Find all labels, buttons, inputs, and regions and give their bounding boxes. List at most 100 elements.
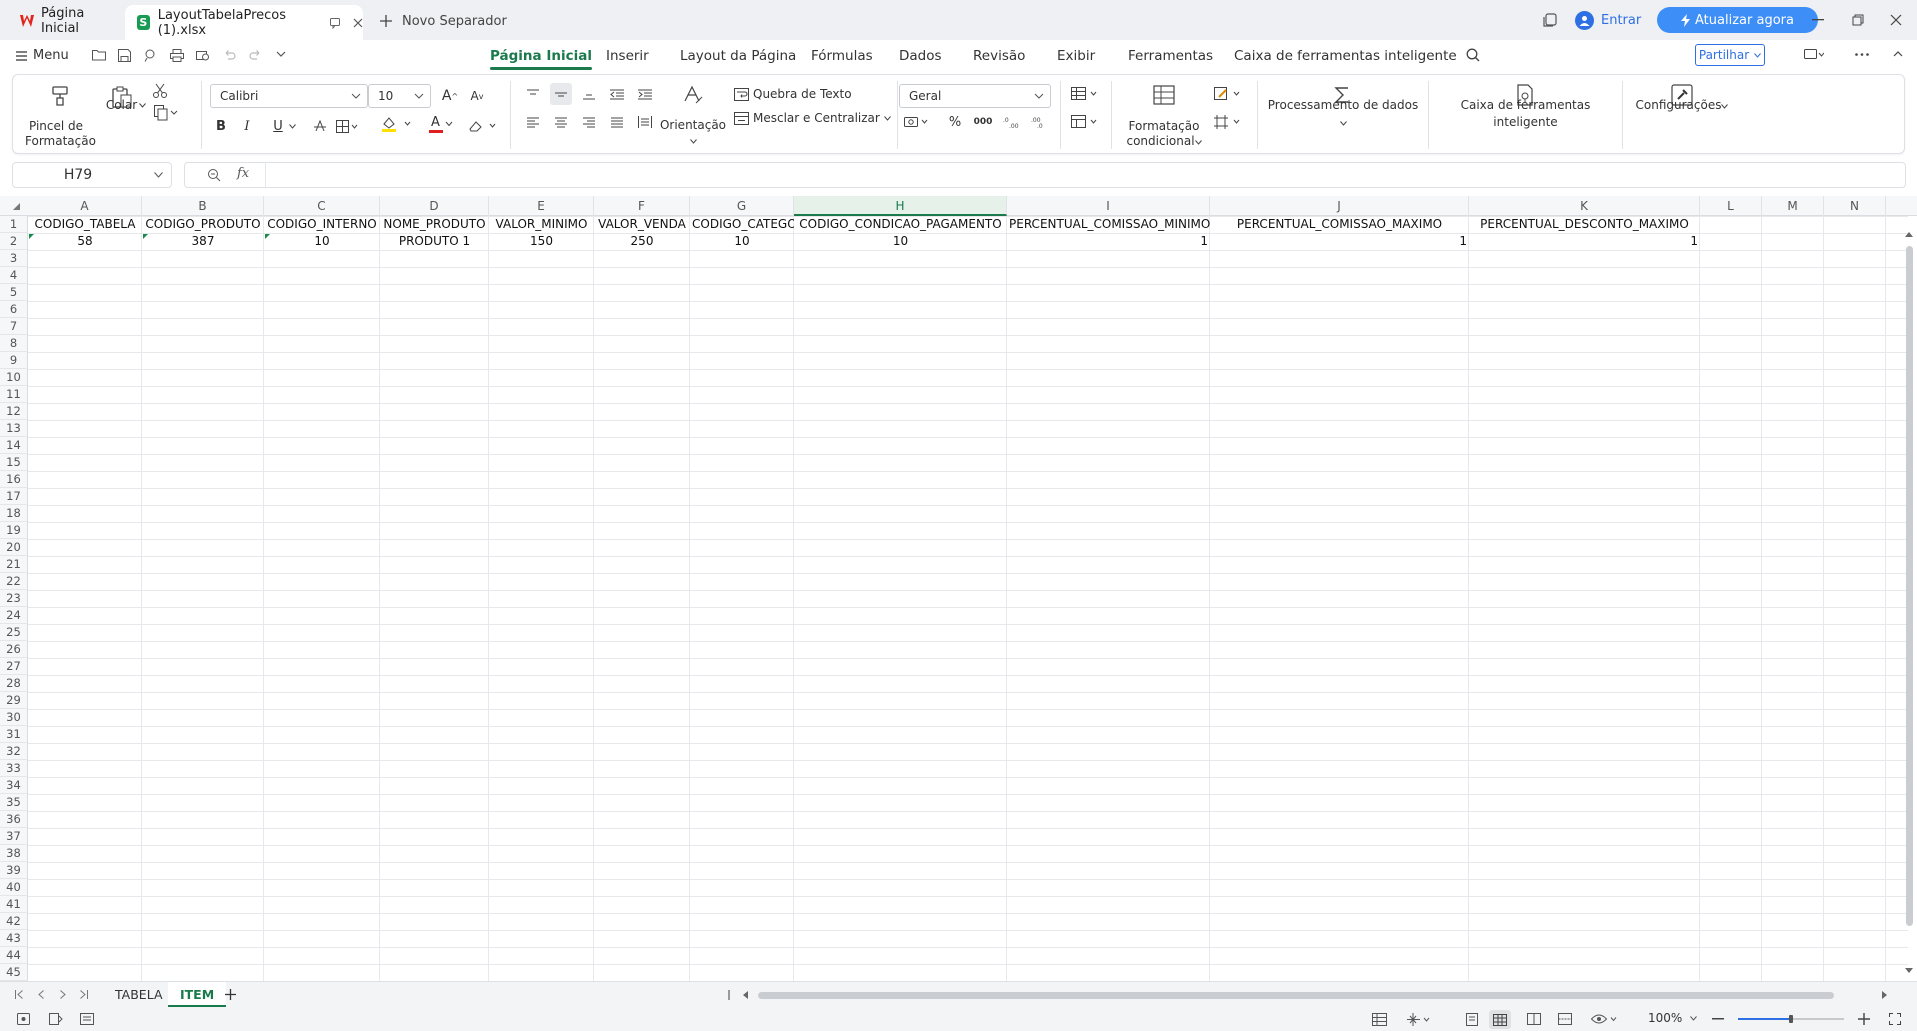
cell-style-icon[interactable] (1070, 111, 1102, 133)
macro-record-icon[interactable] (17, 1013, 30, 1025)
upgrade-button[interactable]: Atualizar agora (1657, 7, 1818, 33)
row-header-44[interactable]: 44 (0, 947, 28, 964)
scroll-up-arrow-icon[interactable] (1905, 232, 1913, 237)
strikethrough-icon[interactable] (309, 115, 331, 137)
print-icon[interactable] (170, 49, 184, 62)
reading-mode-icon[interactable] (1466, 1013, 1478, 1026)
font-name-select[interactable]: Calibri (210, 84, 368, 108)
align-left-icon[interactable] (522, 111, 544, 133)
row-header-3[interactable]: 3 (0, 250, 28, 267)
row-header-31[interactable]: 31 (0, 726, 28, 743)
row-header-41[interactable]: 41 (0, 896, 28, 913)
row-header-39[interactable]: 39 (0, 862, 28, 879)
row-header-16[interactable]: 16 (0, 471, 28, 488)
decrease-indent-icon[interactable] (606, 83, 628, 105)
tab-exibir[interactable]: Exibir (1057, 48, 1095, 64)
thousands-separator-button[interactable]: 000 (972, 111, 994, 133)
merge-center-button[interactable]: Mesclar e Centralizar (734, 109, 891, 127)
number-format-select[interactable]: Geral (899, 84, 1051, 108)
cell-j1[interactable]: PERCENTUAL_COMISSAO_MAXIMO (1210, 216, 1469, 233)
row-header-1[interactable]: 1 (0, 216, 28, 233)
format-painter-icon[interactable] (49, 85, 71, 107)
row-header-25[interactable]: 25 (0, 624, 28, 641)
cell-c2[interactable]: 10 (264, 233, 380, 250)
row-header-22[interactable]: 22 (0, 573, 28, 590)
cell-k2[interactable]: 1 (1469, 233, 1700, 250)
new-tab-button[interactable]: Novo Separador (372, 6, 507, 36)
row-header-37[interactable]: 37 (0, 828, 28, 845)
tab-splitter[interactable] (728, 990, 730, 1000)
pin-tab-icon[interactable] (329, 17, 341, 29)
eye-protection-icon[interactable] (1591, 1013, 1619, 1025)
grow-font-button[interactable]: A ^ (439, 85, 461, 107)
last-sheet-icon[interactable] (80, 990, 88, 999)
row-header-11[interactable]: 11 (0, 386, 28, 403)
zoom-slider-thumb[interactable] (1789, 1015, 1793, 1023)
cell-i2[interactable]: 1 (1007, 233, 1210, 250)
clear-format-icon[interactable] (468, 115, 502, 137)
share-button[interactable]: Partilhar (1695, 44, 1765, 66)
tab-formulas[interactable]: Fórmulas (811, 48, 873, 64)
close-tab-icon[interactable] (353, 18, 363, 28)
row-header-8[interactable]: 8 (0, 335, 28, 352)
zoom-slider[interactable] (1738, 1015, 1844, 1023)
paste-button[interactable]: Colar (101, 97, 151, 114)
tab-dados[interactable]: Dados (899, 48, 942, 64)
column-header-a[interactable]: A (28, 196, 142, 216)
row-header-36[interactable]: 36 (0, 811, 28, 828)
fullscreen-icon[interactable] (1889, 1013, 1901, 1025)
freeze-panes-icon[interactable] (1213, 111, 1245, 133)
tab-pagina-inicial[interactable]: Página Inicial (490, 48, 592, 70)
conditional-format-button[interactable]: Formatação condicional (1123, 119, 1205, 149)
row-header-13[interactable]: 13 (0, 420, 28, 437)
row-header-29[interactable]: 29 (0, 692, 28, 709)
row-header-5[interactable]: 5 (0, 284, 28, 301)
first-sheet-icon[interactable] (15, 990, 23, 999)
align-middle-icon[interactable] (550, 83, 572, 105)
cell-k1[interactable]: PERCENTUAL_DESCONTO_MAXIMO (1469, 216, 1700, 233)
row-header-28[interactable]: 28 (0, 675, 28, 692)
tab-home[interactable]: Página Inicial (12, 6, 122, 36)
sheet-stats-icon[interactable] (1372, 1013, 1387, 1026)
chevron-down-icon[interactable] (289, 124, 296, 129)
cell-i1[interactable]: PERCENTUAL_COMISSAO_MINIMO (1007, 216, 1210, 233)
row-header-19[interactable]: 19 (0, 522, 28, 539)
zoom-select[interactable]: 100% (1648, 1011, 1698, 1025)
align-top-icon[interactable] (522, 83, 544, 105)
conditional-format-icon[interactable] (1153, 85, 1175, 105)
cell-area[interactable]: CODIGO_TABELA CODIGO_PRODUTO CODIGO_INTERN… (28, 216, 1908, 981)
row-header-38[interactable]: 38 (0, 845, 28, 862)
next-sheet-icon[interactable] (60, 990, 66, 999)
scroll-left-arrow-icon[interactable] (743, 991, 748, 999)
cell-b1[interactable]: CODIGO_PRODUTO (142, 216, 264, 233)
freeze-view-icon[interactable] (1407, 1013, 1433, 1026)
row-header-30[interactable]: 30 (0, 709, 28, 726)
row-header-43[interactable]: 43 (0, 930, 28, 947)
cell-a2[interactable]: 58 (28, 233, 142, 250)
align-center-icon[interactable] (550, 111, 572, 133)
tab-layout-da-pagina[interactable]: Layout da Página (680, 48, 796, 64)
row-header-4[interactable]: 4 (0, 267, 28, 284)
column-header-l[interactable]: L (1700, 196, 1762, 216)
cell-a1[interactable]: CODIGO_TABELA (28, 216, 142, 233)
customize-toolbar-chevron-icon[interactable] (276, 51, 286, 57)
column-header-k[interactable]: K (1469, 196, 1700, 216)
format-painter-button[interactable]: Pincel de Formatação (25, 119, 96, 149)
column-header-i[interactable]: I (1007, 196, 1210, 216)
highlight-rules-icon[interactable] (1213, 83, 1245, 105)
row-header-18[interactable]: 18 (0, 505, 28, 522)
insert-function-button[interactable]: fx (237, 166, 249, 181)
row-header-6[interactable]: 6 (0, 301, 28, 318)
column-header-d[interactable]: D (380, 196, 489, 216)
row-header-33[interactable]: 33 (0, 760, 28, 777)
row-header-12[interactable]: 12 (0, 403, 28, 420)
row-header-45[interactable]: 45 (0, 964, 28, 981)
add-sheet-icon[interactable] (225, 989, 236, 1000)
column-header-g[interactable]: G (690, 196, 794, 216)
redo-icon[interactable] (249, 49, 262, 60)
normal-view-icon[interactable] (1489, 1010, 1511, 1029)
row-header-10[interactable]: 10 (0, 369, 28, 386)
percent-format-button[interactable]: % (944, 111, 966, 133)
horizontal-scrollbar[interactable] (758, 992, 1834, 999)
formula-input[interactable] (265, 163, 1905, 187)
